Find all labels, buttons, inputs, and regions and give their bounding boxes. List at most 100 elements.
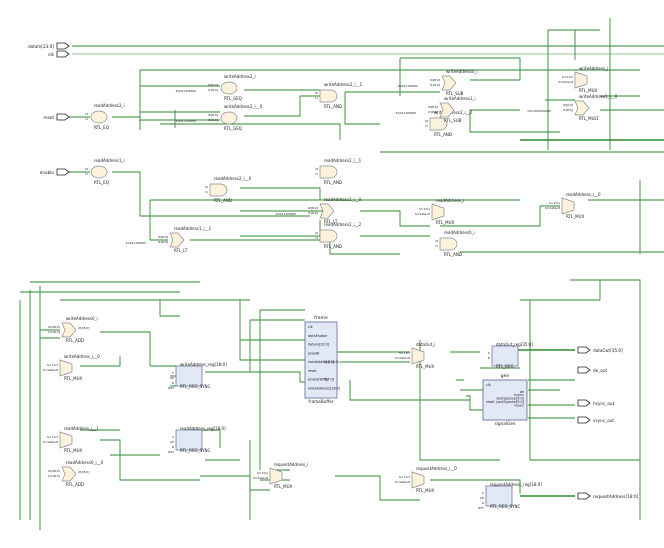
cell-pin-label: I0	[205, 185, 208, 189]
cell-pin-label: RST	[478, 506, 484, 510]
cell-pin-label: D	[482, 501, 485, 505]
cell-type-label: RTL_REG_SYNC	[490, 504, 521, 509]
logic-cell[interactable]: writeAddress_i__0 RTL_MUX S=1'b1S=default	[43, 354, 100, 381]
logic-cell[interactable]: writeAddress1_i__0 RTL_MULT I0[9:0]I1[8:0]…	[527, 94, 618, 121]
logic-cell[interactable]: readAddress0_i RTL_AND I0I1	[435, 230, 474, 257]
output-port[interactable]: hsync_out	[577, 399, 615, 407]
logic-cell[interactable]: dataOut_i RTL_MUX S=1'b1S=default	[395, 342, 435, 369]
cell-pin-label: I1[8:0]	[158, 240, 168, 244]
cell-pin-label: C	[172, 371, 174, 375]
cell-pin-label: I0	[435, 239, 438, 243]
cell-pin-label: CE	[170, 376, 174, 380]
cell-name-label: readAddress0_i__0	[66, 460, 104, 465]
cell-type-label: RTL_MUX	[579, 88, 598, 93]
cell-pin-label: C	[482, 491, 484, 495]
block-pin-in: writeAddress[18:0]	[308, 386, 341, 390]
input-port-label: reset	[43, 115, 54, 120]
cell-name-label: readAddress_i__0	[566, 192, 601, 197]
cell-type-label: RTL_REG_SYNC	[180, 384, 211, 389]
logic-cell[interactable]: writeAddress0_i RTL_ADD I0[18:0]I1[18:0] O[…	[48, 316, 98, 343]
logic-cell[interactable]: readAddress1_i__0RTL_LTI0[8:0]I1[8:0]9'b…	[276, 197, 362, 224]
logic-cell[interactable]: readAddress2_i__2 RTL_AND I0I1	[315, 222, 361, 249]
cell-pin-label: I1	[85, 172, 88, 176]
input-port[interactable]: reset	[43, 113, 70, 121]
cell-type-label: RTL_MULT	[579, 116, 599, 121]
cell-name-label: readAddress0_i	[444, 230, 475, 235]
frame-buffer-block[interactable]: frameclkdataEnabledataIn[23:0]pixelIBrea…	[304, 315, 341, 404]
cell-pin-label: RST	[168, 450, 174, 454]
input-port[interactable]: clk	[48, 50, 70, 58]
cell-pin-label: I0	[315, 231, 318, 235]
cell-name-label: readAddress_reg[18:0]	[180, 426, 226, 431]
block-type-label: signalGen	[495, 421, 516, 426]
logic-cell[interactable]: readAddress2_i__1 RTL_AND I0I1	[315, 158, 361, 185]
block-pin-in: clk	[486, 383, 491, 387]
cell-pin-label: S=default	[558, 80, 574, 84]
block-pin-out: Y[7:0]	[324, 378, 335, 382]
cell-pin-label: I1[8:0]	[563, 108, 573, 112]
logic-cell[interactable]: writeAddress2_i__0 RTL_GEQ I0[8:0]I1[8:0] 9…	[176, 104, 263, 131]
cell-pin-label: S=1'b1	[562, 75, 573, 79]
cell-pin-label: I0[18:0]	[48, 469, 60, 473]
cell-type-label: RTL_MUX	[416, 488, 435, 493]
block-pin-out: vsync	[514, 403, 524, 407]
cell-pin-label: I0	[425, 119, 428, 123]
cell-name-label: writeAddress1_i__0	[579, 94, 618, 99]
logic-cell[interactable]: readAddress_i RTL_MUX S=1'b1S=default	[415, 198, 464, 225]
logic-cell[interactable]: readAddress0_i__0 RTL_ADD I0[18:0]I1[18:0]…	[48, 460, 103, 487]
cell-name-label: readAddress2_i__1	[324, 158, 362, 163]
cell-pin-label: I1[8:0]	[428, 110, 438, 114]
logic-cell[interactable]: writeAddress2_i RTL_GEQ I0[8:0]I1[8:0] 9'b0…	[176, 74, 256, 101]
output-port[interactable]: de_out	[577, 366, 608, 374]
cell-name-label: requestAddress_i__0	[416, 466, 457, 471]
cell-type-label: RTL_MUX	[64, 448, 83, 453]
output-port[interactable]: dataOut[35:0]	[577, 346, 623, 354]
cell-pin-label: I1	[435, 244, 438, 248]
cell-pin-label: S=default	[395, 356, 411, 360]
logic-cell[interactable]: requestAddress_i RTL_MUX S=1'b1S=default	[253, 462, 308, 489]
block-instance-label: gen	[501, 374, 510, 379]
cell-pin-label: I1	[85, 117, 88, 121]
cell-pin-label: RST	[168, 386, 174, 390]
cell-pin-label: I0[8:0]	[308, 206, 318, 210]
cell-name-label: writeAddress0_i	[66, 316, 98, 321]
cell-name-label: readAddress_i__1	[64, 426, 99, 431]
cell-pin-label: D	[172, 445, 175, 449]
logic-cell[interactable]: writeAddress_reg[18:0] RTL_REG_SYNC CCEDRS…	[168, 362, 227, 390]
cell-pin-label: S=default	[395, 480, 411, 484]
cell-name-label: readAddress1_i__0	[324, 197, 362, 202]
cell-type-label: RTL_MUX	[416, 364, 435, 369]
output-port[interactable]: requestAddress[18:0]	[577, 492, 639, 500]
cell-name-label: readAddress_i	[436, 198, 464, 203]
cell-type-label: RTL_LT	[174, 248, 188, 253]
input-port[interactable]: enable	[40, 168, 70, 176]
logic-cell[interactable]: readAddress1_i__1 RTL_LT I0[8:0]I1[8:0] 9'b…	[126, 226, 212, 253]
logic-cell[interactable]: dataOut_reg[35:0] RTL_REG CD	[488, 342, 534, 369]
logic-cell[interactable]: readAddress_reg[18:0] RTL_REG_SYNC CCEDRST	[168, 426, 226, 454]
input-port[interactable]: dataIn[23:0]	[28, 42, 70, 50]
logic-cell[interactable]: readAddress2_i__0 RTL_AND I0I1	[205, 176, 251, 203]
input-port-label: clk	[48, 52, 54, 57]
logic-cell[interactable]: readAddress_i__1 RTL_MUX S=1'b1S=default	[43, 426, 99, 453]
cell-name-label: readAddress2_i__0	[214, 176, 252, 181]
cell-name-label: writeAddress1_i	[444, 96, 476, 101]
block-pin-in: clk	[308, 325, 313, 329]
cell-name-label: writeAddress_i__0	[64, 354, 100, 359]
logic-cell[interactable]: readAddress_i__0 RTL_MUX S=1'b1S=default	[545, 192, 601, 219]
cell-pin-label: S=1'b1	[549, 201, 560, 205]
cell-pin-label: S=default	[415, 212, 431, 216]
cell-name-label: requestAddress_reg[18:0]	[490, 482, 542, 487]
logic-cell[interactable]: readAddress2_i RTL_EQ I0I1	[85, 103, 124, 130]
cell-pin-label: I1	[425, 124, 428, 128]
signal-gen-block[interactable]: genclkresetdehsyncxoutSponse[9:0]youtSpo…	[482, 374, 528, 426]
block-pin-in: pixelIB	[308, 351, 320, 355]
cell-pin-label: I0[8:0]	[428, 105, 438, 109]
cell-pin-label: I1[8:0]	[430, 83, 440, 87]
logic-cell[interactable]: writeAddress2_i__1 RTL_AND I0I1	[315, 82, 362, 109]
output-port[interactable]: vsync_out	[577, 416, 614, 424]
logic-cell[interactable]: requestAddress_i__0 RTL_MUX S=1'b1S=defaul…	[395, 466, 457, 493]
cell-const-label: 9'b011100000	[276, 212, 297, 216]
cell-const-label: 9'b011100000	[396, 111, 417, 115]
cell-type-label: RTL_AND	[324, 180, 342, 185]
logic-cell[interactable]: readAddress1_i RTL_EQ I0I1	[85, 158, 124, 185]
